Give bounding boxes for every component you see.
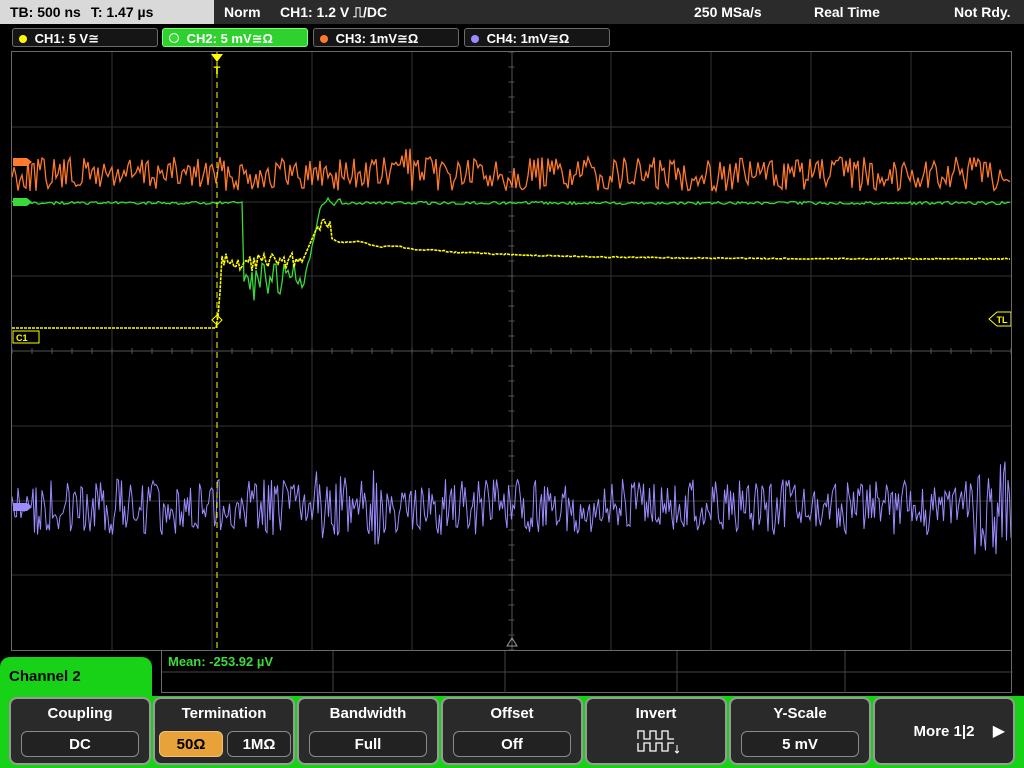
more-softkey[interactable]: More 1|2 ▶ [873,697,1015,765]
channel-2-dot-icon [169,33,179,43]
trigger-marker-label: T [214,65,221,77]
termination-50-ohm-button[interactable]: 50Ω [159,731,223,757]
channel-3-label: CH3: 1mV≅Ω [335,31,419,46]
channel-2-reference-marker[interactable] [13,198,32,206]
graticule [11,51,1012,651]
triangle-right-icon: ▶ [992,723,1005,740]
tab-channel-3[interactable]: CH3: 1mV≅Ω [313,28,459,47]
channel-2-label: CH2: 5 mV≅Ω [186,31,273,46]
tab-channel-2[interactable]: CH2: 5 mV≅Ω [162,28,308,47]
y-scale-value[interactable]: 5 mV [741,731,859,757]
y-scale-softkey[interactable]: Y-Scale 5 mV [729,697,871,765]
trace-channel-2 [12,196,1011,301]
bandwidth-title: Bandwidth [329,705,407,722]
acquisition-status: Not Rdy. [954,4,1011,20]
bandwidth-softkey[interactable]: Bandwidth Full [297,697,439,765]
channel-1-dot-icon [19,35,27,43]
channel-4-dot-icon [471,35,479,43]
acquisition-mode: Real Time [814,4,880,20]
tab-channel-1[interactable]: CH1: 5 V≅ [12,28,158,47]
trigger-mode[interactable]: Norm [224,0,261,24]
timebase-label: TB: 500 ns [10,4,81,20]
invert-waveform-icon [637,730,679,754]
channel-1-reference-marker[interactable]: C1 [12,330,40,344]
termination-1-megaohm-button[interactable]: 1MΩ [227,731,291,757]
channel-2-menu-title: Channel 2 [9,668,81,685]
termination-softkey[interactable]: Termination 50Ω 1MΩ [153,697,295,765]
trigger-setting[interactable]: CH1: 1.2 V ⎍/DC [280,0,387,24]
offset-title: Offset [490,705,534,722]
coupling-title: Coupling [47,705,113,722]
waveform-svg: T TL C1 [11,51,1012,651]
mean-measurement[interactable]: Mean: -253.92 µV [168,654,273,669]
sample-rate: 250 MSa/s [694,4,762,20]
waveform-display[interactable]: T TL C1 [11,51,1012,651]
channel-3-reference-marker[interactable] [13,158,32,166]
trigger-level-label: TL [997,315,1008,325]
invert-title: Invert [635,705,677,722]
trace-channel-1 [12,218,1011,329]
coupling-value[interactable]: DC [21,731,139,757]
offset-softkey[interactable]: Offset Off [441,697,583,765]
channel-1-reference-label: C1 [16,333,28,343]
channel-4-label: CH4: 1mV≅Ω [486,31,570,46]
invert-softkey[interactable]: Invert [585,697,727,765]
y-scale-title: Y-Scale [773,705,827,722]
time-position-label: T: 1.47 µs [90,4,154,20]
measurement-strip [161,651,1013,693]
timebase-box[interactable]: TB: 500 ns T: 1.47 µs [0,0,214,24]
coupling-softkey[interactable]: Coupling DC [9,697,151,765]
channel-1-label: CH1: 5 V≅ [34,31,99,46]
trigger-level-marker[interactable]: TL [988,311,1012,327]
offset-value[interactable]: Off [453,731,571,757]
channel-3-dot-icon [320,35,328,43]
trigger-position-marker[interactable]: T [211,54,223,77]
termination-title: Termination [181,705,267,722]
bandwidth-value[interactable]: Full [309,731,427,757]
trace-channel-3 [11,148,1011,194]
tab-channel-4[interactable]: CH4: 1mV≅Ω [464,28,610,47]
